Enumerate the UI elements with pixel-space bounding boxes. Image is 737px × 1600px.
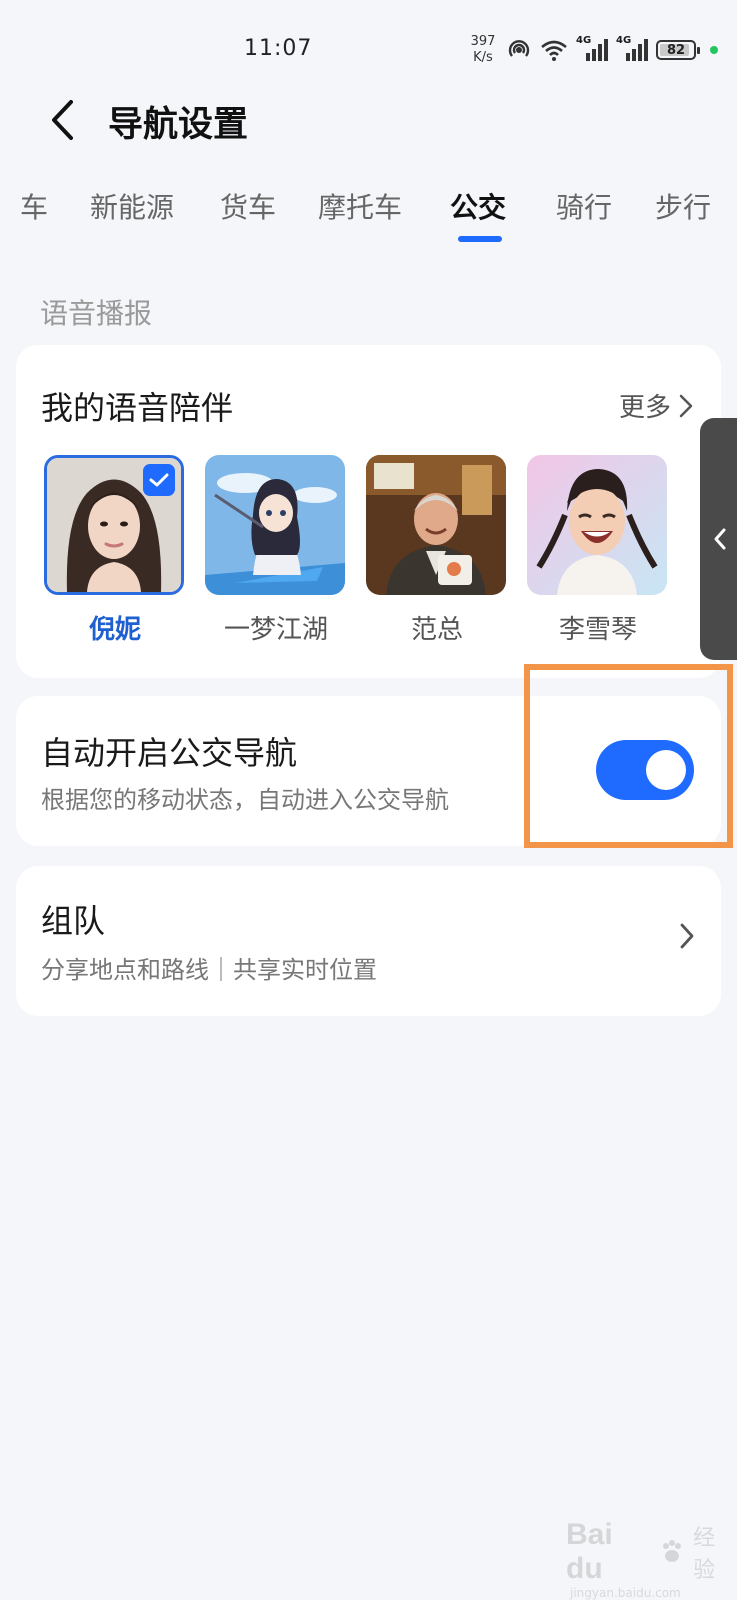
avatar (44, 455, 184, 595)
voice-name: 范总 (410, 615, 463, 645)
team-title: 组队 (41, 902, 106, 940)
wifi-icon (540, 38, 568, 62)
network-speed-unit: K/s (473, 50, 493, 65)
voice-name: 一梦江湖 (223, 615, 328, 645)
auto-bus-toggle[interactable] (596, 740, 694, 800)
avatar (205, 455, 345, 595)
tab-bus[interactable]: 公交 (450, 186, 506, 226)
avatar (527, 455, 667, 595)
back-button[interactable] (40, 98, 84, 142)
tab-car[interactable]: 车 (20, 186, 48, 226)
network-speed-value: 397 (470, 34, 496, 49)
auto-bus-title: 自动开启公交导航 (41, 734, 298, 772)
chevron-left-icon (52, 100, 73, 140)
battery-icon: 82 (656, 40, 700, 60)
voice-option-li-xueqin[interactable]: 李雪琴 (527, 455, 669, 646)
tab-walking[interactable]: 步行 (655, 186, 711, 226)
chevron-left-icon (714, 528, 726, 550)
active-dot-icon (710, 46, 718, 54)
voice-option-fan-zong[interactable]: 范总 (366, 455, 508, 646)
header: 导航设置 (0, 90, 737, 150)
page-title: 导航设置 (108, 105, 249, 145)
voice-name: 倪妮 (88, 615, 141, 645)
chevron-right-icon (679, 922, 695, 954)
voice-name: 李雪琴 (558, 615, 637, 645)
signal-4g-icon: 4G (576, 35, 608, 61)
status-time: 11:07 (244, 36, 313, 61)
more-label: 更多 (618, 393, 671, 423)
watermark-url: jingyan.baidu.com (570, 1586, 681, 1600)
status-bar: 11:07 397 K/s 4G 4G 82 (0, 0, 737, 96)
battery-level: 82 (666, 42, 686, 58)
baidu-watermark: Bai du 经验 jingyan.baidu.com (566, 1518, 737, 1600)
paw-icon (663, 1540, 682, 1562)
toggle-knob (646, 750, 686, 790)
watermark-text: Bai du (566, 1518, 613, 1585)
avatar (366, 455, 506, 595)
tab-motorcycle[interactable]: 摩托车 (318, 186, 402, 226)
mode-tabs: 车 新能源 货车 摩托车 公交 骑行 步行 (0, 186, 737, 246)
tab-cycling[interactable]: 骑行 (556, 186, 612, 226)
voice-option-yimeng-jianghu[interactable]: 一梦江湖 (205, 455, 347, 646)
section-label-voice: 语音播报 (40, 297, 153, 330)
chevron-right-icon (679, 394, 693, 417)
tab-truck[interactable]: 货车 (220, 186, 276, 226)
voice-option-nini[interactable]: 倪妮 (44, 455, 186, 646)
auto-bus-description: 根据您的移动状态，自动进入公交导航 (41, 786, 449, 814)
signal-4g-icon: 4G (616, 35, 648, 61)
watermark-cn: 经验 (693, 1525, 716, 1582)
team-description: 分享地点和路线｜共享实时位置 (41, 956, 377, 984)
tab-new-energy[interactable]: 新能源 (90, 186, 174, 226)
voice-companion-card: 我的语音陪伴 更多 倪妮 一梦江湖 范总 李雪琴 (16, 345, 721, 678)
hotspot-icon (506, 37, 532, 63)
network-speed: 397 K/s (468, 34, 498, 66)
selected-check-icon (143, 464, 175, 496)
team-card[interactable]: 组队 分享地点和路线｜共享实时位置 (16, 866, 721, 1016)
voice-avatar-list: 倪妮 一梦江湖 范总 李雪琴 (44, 455, 724, 655)
side-panel-handle[interactable] (700, 418, 737, 660)
active-tab-indicator (458, 236, 502, 242)
status-icons: 397 K/s 4G 4G 82 (468, 34, 718, 66)
more-button[interactable]: 更多 (619, 387, 693, 424)
voice-card-title: 我的语音陪伴 (41, 389, 234, 427)
